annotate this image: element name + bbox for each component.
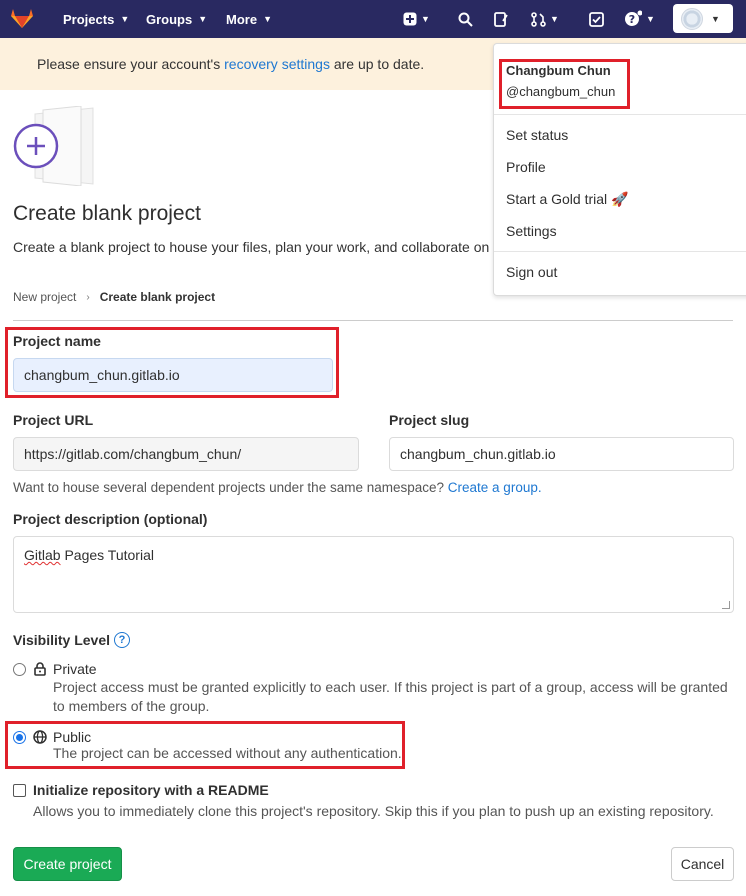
create-project-button[interactable]: Create project — [13, 847, 122, 881]
menu-item-settings[interactable]: Settings — [506, 223, 557, 239]
breadcrumb-new-project[interactable]: New project — [13, 290, 76, 304]
merge-requests-button[interactable]: ▼ — [531, 9, 559, 29]
project-slug-input[interactable]: changbum_chun.gitlab.io — [389, 437, 734, 471]
visibility-level-label: Visibility Level — [13, 632, 111, 648]
cancel-button[interactable]: Cancel — [671, 847, 734, 881]
help-icon: ? — [625, 10, 642, 26]
initialize-readme-label[interactable]: Initialize repository with a README — [33, 782, 269, 798]
nav-groups-menu[interactable]: Groups ▼ — [146, 0, 207, 38]
chevron-down-icon: ▼ — [646, 14, 655, 24]
nav-more-menu[interactable]: More ▼ — [226, 0, 272, 38]
menu-item-sign-out[interactable]: Sign out — [506, 264, 557, 280]
menu-item-profile[interactable]: Profile — [506, 159, 546, 175]
breadcrumb-current: Create blank project — [99, 290, 216, 304]
visibility-private-description: Project access must be granted explicitl… — [53, 679, 728, 714]
avatar — [681, 7, 703, 30]
lock-icon — [34, 662, 46, 676]
namespace-help-label: Want to house several dependent projects… — [13, 480, 448, 495]
breadcrumb-separator-icon: › — [86, 291, 90, 303]
initialize-readme-checkbox[interactable] — [13, 784, 26, 797]
user-display-name[interactable]: Changbum Chun — [506, 63, 611, 78]
project-slug-label: Project slug — [389, 412, 470, 428]
project-name-input[interactable]: changbum_chun.gitlab.io — [13, 358, 333, 392]
plus-square-icon — [403, 12, 417, 26]
initialize-readme-description: Allows you to immediately clone this pro… — [33, 803, 714, 819]
nav-groups-label: Groups — [146, 11, 193, 27]
help-circle-icon[interactable]: ? — [114, 632, 131, 648]
rocket-icon: 🚀 — [611, 191, 629, 207]
visibility-level-heading: Visibility Level ? — [13, 632, 131, 648]
project-description-textarea[interactable]: Gitlab Pages Tutorial — [13, 536, 734, 613]
issues-icon — [494, 11, 508, 27]
visibility-private-option[interactable]: Private — [33, 661, 97, 677]
chevron-down-icon: ▼ — [421, 14, 430, 24]
menu-item-set-status[interactable]: Set status — [506, 127, 568, 143]
menu-divider — [494, 251, 746, 252]
issues-button[interactable] — [494, 9, 509, 29]
nav-projects-menu[interactable]: Projects ▼ — [63, 0, 129, 38]
user-avatar-dropdown[interactable]: ▼ — [673, 4, 733, 33]
svg-text:?: ? — [629, 13, 635, 26]
merge-request-icon — [531, 11, 546, 27]
visibility-private-radio[interactable] — [13, 663, 26, 676]
chevron-down-icon: ▼ — [120, 14, 130, 24]
description-text: Pages Tutorial — [60, 547, 154, 563]
chevron-down-icon: ▼ — [263, 14, 272, 24]
breadcrumb: New project › Create blank project — [13, 290, 215, 304]
banner-text-prefix: Please ensure your account's — [37, 56, 225, 72]
new-item-dropdown[interactable]: ▼ — [403, 9, 430, 29]
search-icon — [458, 12, 473, 27]
menu-item-gold-trial-label: Start a Gold trial — [506, 191, 608, 207]
menu-divider — [494, 114, 746, 115]
user-username[interactable]: @changbum_chun — [506, 84, 615, 99]
namespace-help-text: Want to house several dependent projects… — [13, 480, 542, 495]
gitlab-logo-icon[interactable] — [10, 7, 34, 29]
visibility-public-description: The project can be accessed without any … — [53, 745, 402, 761]
menu-item-gold-trial[interactable]: Start a Gold trial 🚀 — [506, 191, 628, 208]
banner-text-suffix: are up to date. — [329, 56, 425, 72]
help-dropdown[interactable]: ? ▼ — [624, 9, 655, 29]
page-lead-text: Create a blank project to house your fil… — [13, 239, 490, 255]
chevron-down-icon: ▼ — [550, 14, 559, 24]
project-description-label: Project description (optional) — [13, 511, 208, 527]
divider — [13, 320, 733, 321]
project-name-label: Project name — [13, 333, 101, 349]
resize-handle-icon[interactable] — [722, 601, 730, 609]
globe-icon — [33, 730, 47, 744]
project-url-label: Project URL — [13, 412, 94, 428]
chevron-down-icon: ▼ — [198, 14, 208, 24]
todos-button[interactable] — [589, 9, 604, 29]
blank-project-illustration-icon — [13, 106, 94, 186]
visibility-public-label: Public — [53, 729, 92, 745]
user-menu-dropdown: Changbum Chun @changbum_chun Set status … — [493, 43, 746, 296]
visibility-public-option[interactable]: Public — [33, 729, 91, 745]
recovery-settings-link[interactable]: recovery settings — [224, 56, 330, 72]
project-url-field[interactable]: https://gitlab.com/changbum_chun/ — [13, 437, 359, 471]
page-title: Create blank project — [13, 202, 201, 225]
nav-more-label: More — [226, 11, 258, 27]
top-navbar: Projects ▼ Groups ▼ More ▼ ▼ ▼ ? ▼ ▼ — [0, 0, 746, 38]
visibility-public-radio[interactable] — [13, 731, 26, 744]
todo-icon — [589, 11, 604, 27]
chevron-down-icon: ▼ — [711, 13, 720, 24]
create-group-link[interactable]: Create a group. — [448, 480, 542, 495]
description-text-misspelled: Gitlab — [24, 547, 61, 563]
visibility-private-label: Private — [53, 661, 97, 677]
nav-projects-label: Projects — [63, 11, 115, 27]
search-button[interactable] — [458, 9, 473, 29]
